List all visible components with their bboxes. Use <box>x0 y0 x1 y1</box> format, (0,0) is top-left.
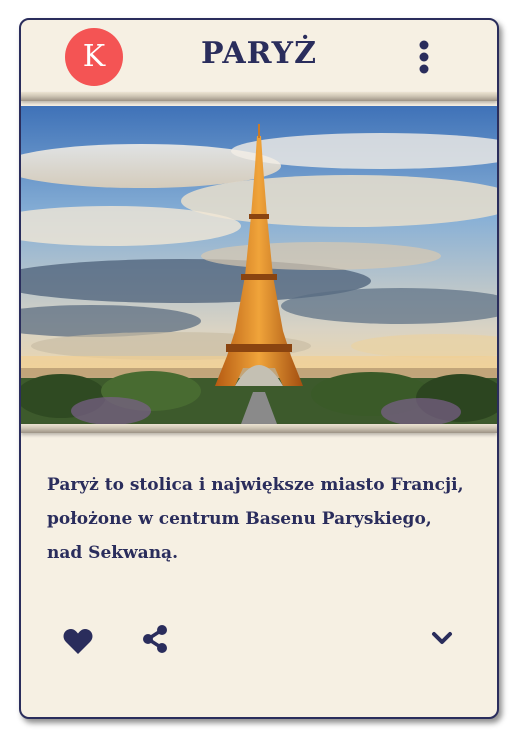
share-button[interactable] <box>141 624 169 654</box>
card-description: Paryż to stolica i największe miasto Fra… <box>47 475 464 563</box>
place-card: K PARYŻ Paryż to stolica i największe mi… <box>19 18 499 719</box>
expand-button[interactable] <box>431 630 453 646</box>
chevron-down-icon <box>432 632 452 644</box>
card-image <box>21 106 497 424</box>
header-divider <box>21 92 497 101</box>
share-icon <box>143 625 167 653</box>
more-options-button[interactable] <box>413 40 435 74</box>
more-vertical-icon <box>419 40 429 74</box>
like-button[interactable] <box>63 627 93 655</box>
image-divider <box>21 424 497 433</box>
card-header: K PARYŻ <box>21 20 497 94</box>
heart-icon <box>63 629 93 654</box>
